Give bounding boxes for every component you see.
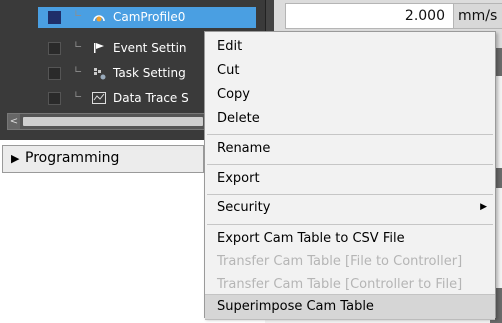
menu-item-label: Export bbox=[217, 171, 260, 186]
menu-separator bbox=[207, 164, 493, 165]
menu-item-edit[interactable]: Edit bbox=[205, 35, 495, 59]
speed-field[interactable]: 2.000 bbox=[285, 3, 454, 29]
menu-item-label: Transfer Cam Table [Controller to File] bbox=[217, 277, 463, 292]
expand-arrow-icon[interactable]: ▶ bbox=[11, 152, 19, 165]
cam-profile-icon bbox=[92, 10, 106, 24]
menu-item-label: Delete bbox=[217, 111, 260, 126]
speed-unit-field: mm/s bbox=[453, 3, 502, 29]
speed-unit: mm/s bbox=[458, 8, 498, 24]
programming-label: Programming bbox=[25, 150, 120, 166]
menu-item-label: Copy bbox=[217, 87, 250, 102]
data-trace-icon bbox=[92, 91, 106, 105]
menu-separator bbox=[207, 134, 493, 135]
menu-item-label: Transfer Cam Table [File to Controller] bbox=[217, 254, 463, 269]
speed-value: 2.000 bbox=[404, 8, 445, 24]
menu-item-export[interactable]: Export bbox=[205, 167, 495, 191]
tree-connector: ∟ bbox=[74, 90, 83, 101]
tree-item-label: CamProfile0 bbox=[113, 10, 186, 24]
menu-item-delete[interactable]: Delete bbox=[205, 107, 495, 131]
tree-item-label: Event Settin bbox=[113, 41, 187, 55]
menu-item-label: Security bbox=[217, 200, 271, 215]
menu-item-cut[interactable]: Cut bbox=[205, 59, 495, 83]
programming-area bbox=[0, 172, 204, 323]
task-icon bbox=[92, 66, 106, 80]
tree-item-checkbox[interactable] bbox=[48, 42, 61, 55]
menu-item-superimpose-cam-table[interactable]: Superimpose Cam Table bbox=[205, 294, 495, 320]
tree-item-checkbox[interactable] bbox=[48, 67, 61, 80]
menu-separator bbox=[207, 224, 493, 225]
tree-item-label: Data Trace S bbox=[113, 91, 189, 105]
tree-connector: ∟ bbox=[74, 40, 83, 51]
tree-item-camprofile0[interactable]: ∟ CamProfile0 bbox=[0, 7, 265, 28]
tree-item-checkbox[interactable] bbox=[48, 92, 61, 105]
menu-item-security[interactable]: Security ▶ bbox=[205, 196, 495, 220]
menu-item-export-cam-table-csv[interactable]: Export Cam Table to CSV File bbox=[205, 227, 495, 251]
tree-item-label: Task Setting bbox=[113, 66, 186, 80]
menu-item-label: Export Cam Table to CSV File bbox=[217, 231, 405, 246]
menu-item-rename[interactable]: Rename bbox=[205, 137, 495, 161]
tree-item-checkbox[interactable] bbox=[48, 11, 61, 24]
tree-connector: ∟ bbox=[74, 65, 83, 76]
menu-item-label: Edit bbox=[217, 39, 243, 54]
submenu-arrow-icon: ▶ bbox=[480, 202, 487, 212]
context-menu: Edit Cut Copy Delete Rename Export Secur… bbox=[204, 31, 496, 320]
menu-item-label: Rename bbox=[217, 141, 271, 156]
tree-connector: ∟ bbox=[74, 9, 83, 20]
scrollbar-thumb[interactable] bbox=[23, 117, 203, 126]
menu-item-transfer-file-to-controller: Transfer Cam Table [File to Controller] bbox=[205, 250, 495, 274]
event-flag-icon bbox=[92, 41, 106, 55]
menu-item-label: Superimpose Cam Table bbox=[217, 299, 374, 314]
menu-item-label: Cut bbox=[217, 63, 240, 78]
programming-section[interactable]: ▶ Programming bbox=[2, 145, 204, 173]
menu-item-copy[interactable]: Copy bbox=[205, 83, 495, 107]
scroll-left-icon[interactable]: < bbox=[8, 114, 20, 129]
menu-separator bbox=[207, 194, 493, 195]
horizontal-scrollbar[interactable]: < bbox=[7, 113, 209, 130]
